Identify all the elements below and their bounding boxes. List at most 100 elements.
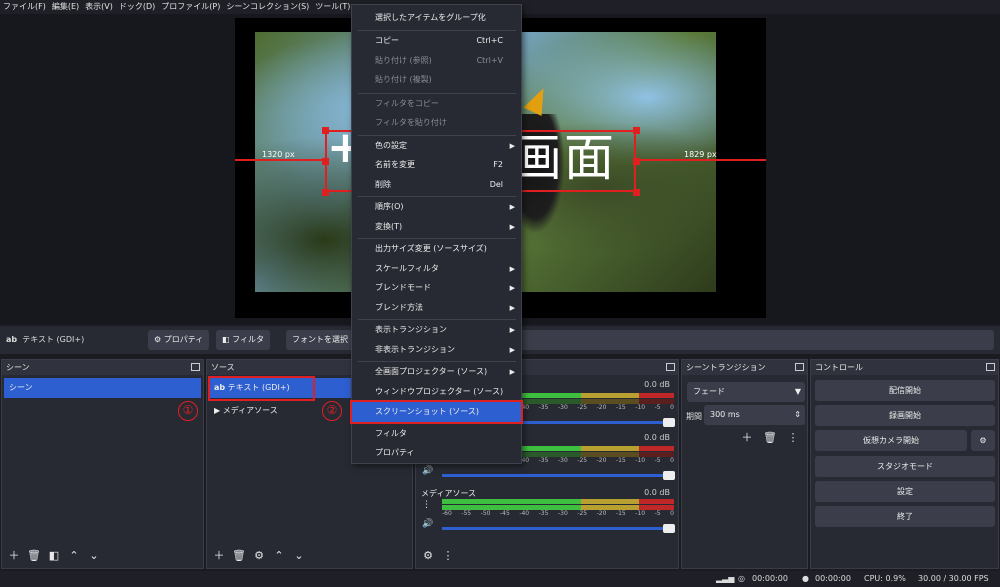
text-field[interactable] (516, 330, 994, 350)
exit-button[interactable]: 終了 (815, 506, 995, 527)
menu-dock[interactable]: ドック(D) (116, 0, 158, 14)
play-icon: ▶ (214, 406, 221, 415)
menu-file[interactable]: ファイル(F) (0, 0, 49, 14)
gear-icon: ⚙ (154, 335, 162, 344)
kebab-icon[interactable]: ⋮ (440, 548, 456, 564)
menu-view[interactable]: 表示(V) (82, 0, 116, 14)
properties-button[interactable]: ⚙ プロパティ (148, 330, 210, 350)
submenu-arrow-icon: ▶ (509, 203, 515, 211)
menu-item-label: フィルタを貼り付け (375, 118, 447, 127)
menu-item-screenshot[interactable]: スクリーンショット (ソース) (350, 400, 523, 424)
menu-item-label: 貼り付け (複製) (375, 75, 432, 84)
menu-profile[interactable]: プロファイル(P) (158, 0, 223, 14)
menu-item-label: 削除 (375, 180, 391, 189)
annotation-number-2: ② (322, 401, 342, 421)
select-font-button[interactable]: フォントを選択 (286, 330, 354, 350)
chevron-up-icon[interactable]: ⌃ (66, 548, 82, 564)
add-icon[interactable]: ＋ (211, 548, 227, 564)
scale-tick: -30 (557, 404, 568, 411)
add-icon[interactable]: ＋ (739, 430, 755, 446)
menu-item-fullscreen-projector[interactable]: 全画面プロジェクター (ソース) ▶ (352, 362, 521, 382)
virtual-camera-settings-button[interactable]: ⚙ (971, 430, 995, 451)
scenes-dock: シーン シーン ＋ 🗑 ◧ ⌃ ⌄ (1, 359, 204, 569)
menu-item-hide-transition[interactable]: 非表示トランジション ▶ (352, 340, 521, 360)
menu-item-delete[interactable]: 削除 Del (352, 175, 521, 195)
resize-handle[interactable] (633, 127, 640, 134)
scale-tick: -20 (596, 510, 607, 517)
volume-slider[interactable] (442, 524, 675, 533)
menu-item-resize-output[interactable]: 出力サイズ変更 (ソースサイズ) (352, 239, 521, 259)
scale-tick: -30 (557, 457, 568, 464)
chevron-down-icon[interactable]: ⌄ (291, 548, 307, 564)
float-icon[interactable] (795, 363, 804, 371)
settings-button[interactable]: 設定 (815, 481, 995, 502)
start-recording-button[interactable]: 録画開始 (815, 405, 995, 426)
status-bar: ▂▃▅ ◎ 00:00:00 ● 00:00:00 CPU: 0.9% 30.0… (0, 571, 1000, 587)
menu-item-transform[interactable]: 変換(T) ▶ (352, 217, 521, 237)
chevron-down-icon[interactable]: ⌄ (86, 548, 102, 564)
scale-tick: -30 (557, 510, 568, 517)
trash-icon[interactable]: 🗑 (26, 548, 42, 564)
scale-tick: -15 (615, 457, 626, 464)
resize-handle[interactable] (633, 158, 640, 165)
menu-item-paste-filters: フィルタを貼り付け (352, 113, 521, 133)
filter-icon[interactable]: ◧ (46, 548, 62, 564)
track-db: 0.0 dB (644, 433, 670, 442)
menu-item-label: 名前を変更 (375, 160, 415, 169)
kebab-icon[interactable]: ⋮ (785, 430, 801, 446)
start-virtual-camera-button[interactable]: 仮想カメラ開始 (815, 430, 967, 451)
trash-icon[interactable]: 🗑 (231, 548, 247, 564)
menu-item-label: 出力サイズ変更 (ソースサイズ) (375, 244, 487, 253)
resize-handle[interactable] (322, 189, 329, 196)
float-icon[interactable] (191, 363, 200, 371)
menu-item-color[interactable]: 色の設定 ▶ (352, 136, 521, 156)
submenu-arrow-icon: ▶ (509, 265, 515, 273)
menu-item-show-transition[interactable]: 表示トランジション ▶ (352, 320, 521, 340)
menu-item-order[interactable]: 順序(O) ▶ (352, 197, 521, 217)
scale-tick: -60 (442, 510, 452, 517)
filters-button[interactable]: ◧ フィルタ (216, 330, 270, 350)
add-icon[interactable]: ＋ (6, 548, 22, 564)
menu-tools[interactable]: ツール(T) (312, 0, 353, 14)
fps: 30.00 / 30.00 FPS (918, 574, 989, 583)
start-streaming-button[interactable]: 配信開始 (815, 380, 995, 401)
duration-stepper[interactable]: 300 ms ⇕ (704, 405, 805, 425)
scene-item[interactable]: シーン (4, 378, 201, 398)
annotation-number-1: ① (178, 401, 198, 421)
scenes-title: シーン (2, 360, 203, 375)
menu-item-shortcut: Del (489, 180, 503, 189)
studio-mode-button[interactable]: スタジオモード (815, 456, 995, 477)
menu-item-properties[interactable]: プロパティ (352, 443, 521, 463)
gear-icon[interactable]: ⚙ (420, 548, 436, 564)
gear-icon[interactable]: ⚙ (251, 548, 267, 564)
menu-item-label: コピー (375, 36, 399, 45)
overlay-text: 画面 (512, 129, 616, 187)
kebab-icon[interactable]: ⋮ (422, 500, 431, 510)
menu-item-rename[interactable]: 名前を変更 F2 (352, 155, 521, 175)
slider-knob[interactable] (663, 471, 675, 480)
scale-tick: -50 (480, 510, 491, 517)
menu-item-window-projector[interactable]: ウィンドウプロジェクター (ソース) (352, 382, 521, 402)
menu-item-shortcut: F2 (493, 160, 503, 169)
menu-item-filters[interactable]: フィルタ (352, 424, 521, 444)
slider-knob[interactable] (663, 418, 675, 427)
chevron-up-icon[interactable]: ⌃ (271, 548, 287, 564)
menu-scene-collection[interactable]: シーンコレクション(S) (223, 0, 312, 14)
menu-item-copy[interactable]: コピー Ctrl+C (352, 31, 521, 51)
transition-select[interactable]: フェード ▼ (687, 382, 805, 402)
slider-knob[interactable] (663, 524, 675, 533)
menu-item-blend-mode[interactable]: ブレンドモード ▶ (352, 278, 521, 298)
float-icon[interactable] (666, 363, 675, 371)
float-icon[interactable] (986, 363, 995, 371)
volume-slider[interactable] (442, 471, 675, 480)
resize-handle[interactable] (633, 189, 640, 196)
menu-item-group[interactable]: 選択したアイテムをグループ化 (352, 8, 521, 28)
menu-edit[interactable]: 編集(E) (49, 0, 82, 14)
track-db: 0.0 dB (644, 488, 670, 497)
trash-icon[interactable]: 🗑 (762, 430, 778, 446)
menu-item-scale-filter[interactable]: スケールフィルタ ▶ (352, 259, 521, 279)
menu-item-blend-method[interactable]: ブレンド方法 ▶ (352, 298, 521, 318)
selected-source-name: ab テキスト (GDI+) (6, 334, 84, 345)
speaker-icon[interactable]: 🔊 (422, 466, 433, 476)
speaker-icon[interactable]: 🔊 (422, 519, 433, 529)
